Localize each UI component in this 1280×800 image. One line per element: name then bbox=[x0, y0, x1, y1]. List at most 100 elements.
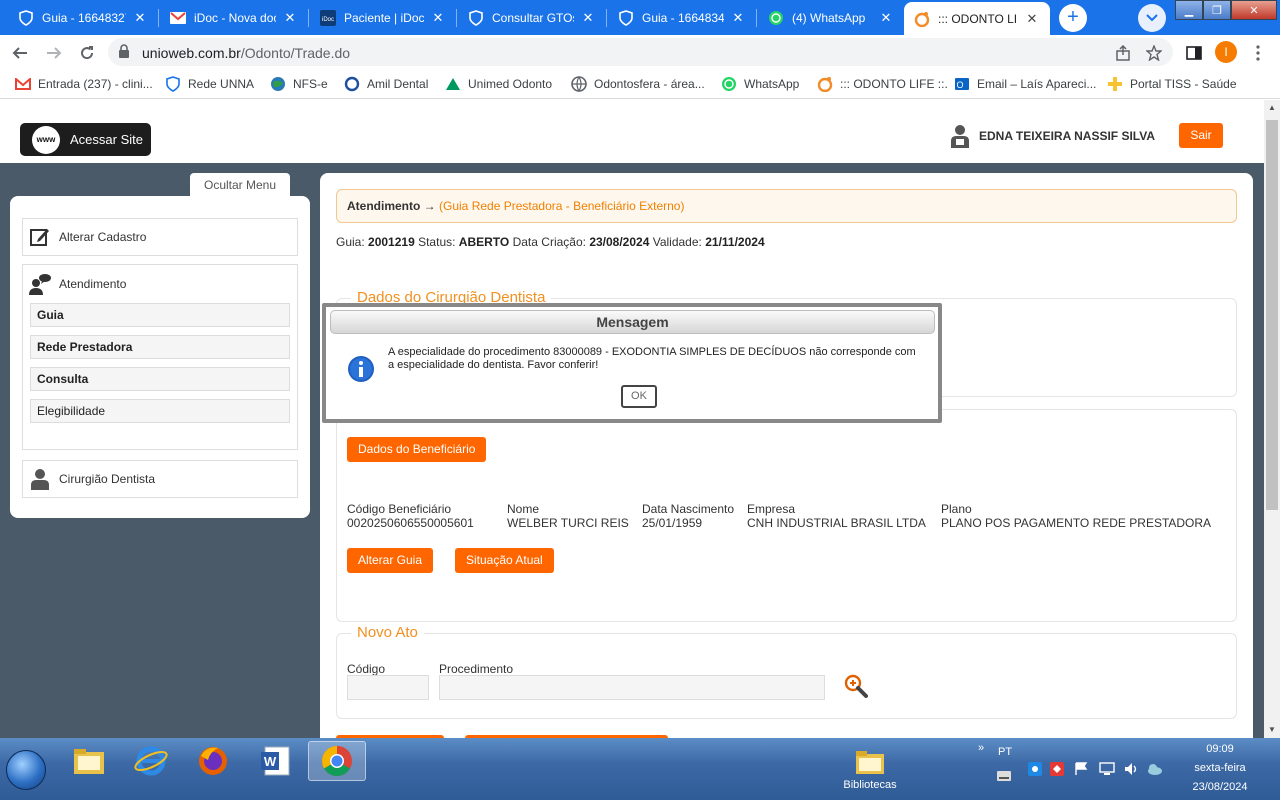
dentist-icon bbox=[29, 468, 51, 490]
sidebar-item-elegibilidade[interactable]: Elegibilidade bbox=[30, 399, 290, 423]
bookmark-item[interactable]: ::: ODONTO LIFE ::. bbox=[817, 76, 948, 92]
side-panel-icon[interactable] bbox=[1184, 43, 1204, 63]
address-bar[interactable]: unioweb.com.br/Odonto/Trade.do bbox=[108, 38, 1173, 66]
bookmark-item[interactable]: Portal TISS - Saúde bbox=[1107, 76, 1237, 92]
bookmark-item[interactable]: Amil Dental bbox=[344, 76, 428, 92]
scroll-down-icon[interactable]: ▼ bbox=[1264, 722, 1280, 738]
maximize-button[interactable]: ❐ bbox=[1203, 0, 1231, 20]
tab-idoc-nova[interactable]: iDoc - Nova doc ✕ bbox=[160, 2, 308, 34]
bookmark-item[interactable]: Unimed Odonto bbox=[445, 76, 552, 92]
bookmark-item[interactable]: WhatsApp bbox=[721, 76, 799, 92]
tab-whatsapp[interactable]: (4) WhatsApp ✕ bbox=[758, 2, 904, 34]
col-value: WELBER TURCI REIS bbox=[507, 516, 629, 530]
sidebar-item-consulta[interactable]: Consulta bbox=[30, 367, 290, 391]
hide-menu-tab[interactable]: Ocultar Menu bbox=[190, 173, 290, 197]
share-icon[interactable] bbox=[1113, 43, 1133, 63]
bookmark-item[interactable]: Rede UNNA bbox=[165, 76, 254, 92]
bibliotecas-label: Bibliotecas bbox=[843, 779, 897, 791]
scroll-up-icon[interactable]: ▲ bbox=[1264, 100, 1280, 116]
close-icon[interactable]: ✕ bbox=[1024, 11, 1040, 27]
dados-beneficiario-button[interactable]: Dados do Beneficiário bbox=[347, 437, 487, 462]
close-icon[interactable]: ✕ bbox=[580, 10, 596, 26]
more-menu-icon[interactable] bbox=[1248, 43, 1268, 63]
close-icon[interactable]: ✕ bbox=[430, 10, 446, 26]
chrome-icon[interactable] bbox=[308, 741, 366, 781]
tab-paciente-idoc[interactable]: iDoc Paciente | iDoc - ✕ bbox=[310, 2, 456, 34]
tab-odonto-life[interactable]: ::: ODONTO LIFE ✕ bbox=[904, 2, 1050, 35]
tab-search-button[interactable] bbox=[1138, 4, 1166, 32]
procedimento-input[interactable] bbox=[439, 675, 825, 700]
breadcrumb-current: (Guia Rede Prestadora - Beneficiário Ext… bbox=[439, 199, 685, 213]
tray-anydesk-icon[interactable] bbox=[1050, 762, 1064, 800]
tab-guia-2[interactable]: Guia - 16648347 ✕ bbox=[608, 2, 756, 34]
firefox-icon[interactable] bbox=[184, 741, 242, 781]
novo-ato-fieldset: Novo Ato Código Procedimento bbox=[336, 624, 1237, 719]
clock[interactable]: 09:09 sexta-feira 23/08/2024 bbox=[1180, 740, 1260, 797]
col-value: 25/01/1959 bbox=[642, 516, 703, 530]
sidebar-item-rede-prestadora[interactable]: Rede Prestadora bbox=[30, 335, 290, 359]
bookmark-star-icon[interactable] bbox=[1144, 43, 1164, 63]
back-button[interactable] bbox=[8, 41, 32, 65]
tray-app-icon[interactable] bbox=[1028, 762, 1042, 800]
forward-button[interactable] bbox=[42, 41, 66, 65]
beneficiario-fieldset: Dados do Beneficiário Código Beneficiári… bbox=[336, 409, 1237, 622]
alterar-guia-button[interactable]: Alterar Guia bbox=[347, 548, 434, 573]
bibliotecas-shortcut[interactable]: Bibliotecas bbox=[840, 748, 900, 791]
sidebar-item-atendimento[interactable]: Atendimento bbox=[23, 265, 297, 303]
bookmark-item[interactable]: Entrada (237) - clini... bbox=[15, 76, 153, 92]
novo-ato-legend: Novo Ato bbox=[351, 624, 424, 641]
codigo-input[interactable] bbox=[347, 675, 429, 700]
cloud-icon[interactable] bbox=[1147, 762, 1163, 800]
status-label: Status: bbox=[418, 235, 456, 249]
reload-button[interactable] bbox=[75, 41, 99, 65]
browser-toolbar: unioweb.com.br/Odonto/Trade.do bbox=[0, 35, 1280, 69]
network-icon[interactable] bbox=[1099, 762, 1115, 800]
acessar-site-button[interactable]: www Acessar Site bbox=[20, 123, 151, 156]
bookmark-item[interactable]: O Email – Laís Apareci... bbox=[954, 76, 1096, 92]
dialog-message: A especialidade do procedimento 83000089… bbox=[388, 346, 916, 371]
lock-icon[interactable] bbox=[118, 44, 130, 61]
explorer-icon[interactable] bbox=[60, 741, 118, 781]
tab-consultar-gtos[interactable]: Consultar GTOs ✕ bbox=[458, 2, 606, 34]
codigo-label: Código bbox=[347, 662, 386, 676]
window-close-button[interactable]: ✕ bbox=[1231, 0, 1277, 20]
edit-icon bbox=[29, 226, 51, 248]
new-tab-button[interactable]: + bbox=[1059, 4, 1087, 32]
sidebar-item-guia[interactable]: Guia bbox=[30, 303, 290, 327]
sidebar-item-cirurgiao-dentista[interactable]: Cirurgião Dentista bbox=[22, 460, 298, 498]
close-icon[interactable]: ✕ bbox=[132, 10, 148, 26]
close-icon[interactable]: ✕ bbox=[878, 10, 894, 26]
whatsapp-icon bbox=[721, 76, 737, 92]
bookmark-label: Portal TISS - Saúde bbox=[1130, 77, 1237, 91]
outlook-icon: O bbox=[954, 76, 970, 92]
tab-separator bbox=[308, 9, 309, 27]
tray-expand-icon[interactable]: » bbox=[978, 742, 984, 800]
shield-icon bbox=[468, 10, 484, 26]
internet-explorer-icon[interactable] bbox=[122, 741, 180, 781]
volume-icon[interactable] bbox=[1124, 762, 1140, 800]
word-icon[interactable]: W bbox=[246, 741, 304, 781]
logout-button[interactable]: Sair bbox=[1179, 123, 1223, 148]
ok-button[interactable]: OK bbox=[621, 385, 657, 408]
tab-guia-1[interactable]: Guia - 16648327 ✕ bbox=[8, 2, 158, 34]
zoom-search-icon[interactable] bbox=[843, 673, 869, 699]
status-value: ABERTO bbox=[458, 235, 510, 249]
shield-icon bbox=[618, 10, 634, 26]
close-icon[interactable]: ✕ bbox=[282, 10, 298, 26]
sidebar-item-alterar-cadastro[interactable]: Alterar Cadastro bbox=[22, 218, 298, 256]
arrow-right-icon bbox=[47, 47, 62, 59]
page-scrollbar[interactable]: ▲ ▼ bbox=[1264, 100, 1280, 738]
keyboard-icon[interactable] bbox=[997, 771, 1011, 800]
close-icon[interactable]: ✕ bbox=[730, 10, 746, 26]
bookmark-label: NFS-e bbox=[293, 77, 328, 91]
scrollbar-thumb[interactable] bbox=[1266, 120, 1278, 510]
bookmark-item[interactable]: NFS-e bbox=[270, 76, 328, 92]
flag-icon[interactable] bbox=[1074, 762, 1088, 800]
minimize-button[interactable]: ▁ bbox=[1175, 0, 1203, 20]
clock-date: 23/08/2024 bbox=[1192, 781, 1248, 793]
profile-avatar[interactable]: I bbox=[1215, 41, 1237, 63]
bookmark-item[interactable]: Odontosfera - área... bbox=[571, 76, 705, 92]
situacao-atual-button[interactable]: Situação Atual bbox=[455, 548, 554, 573]
start-button[interactable] bbox=[6, 750, 46, 790]
url-path: /Odonto/Trade.do bbox=[240, 45, 351, 61]
